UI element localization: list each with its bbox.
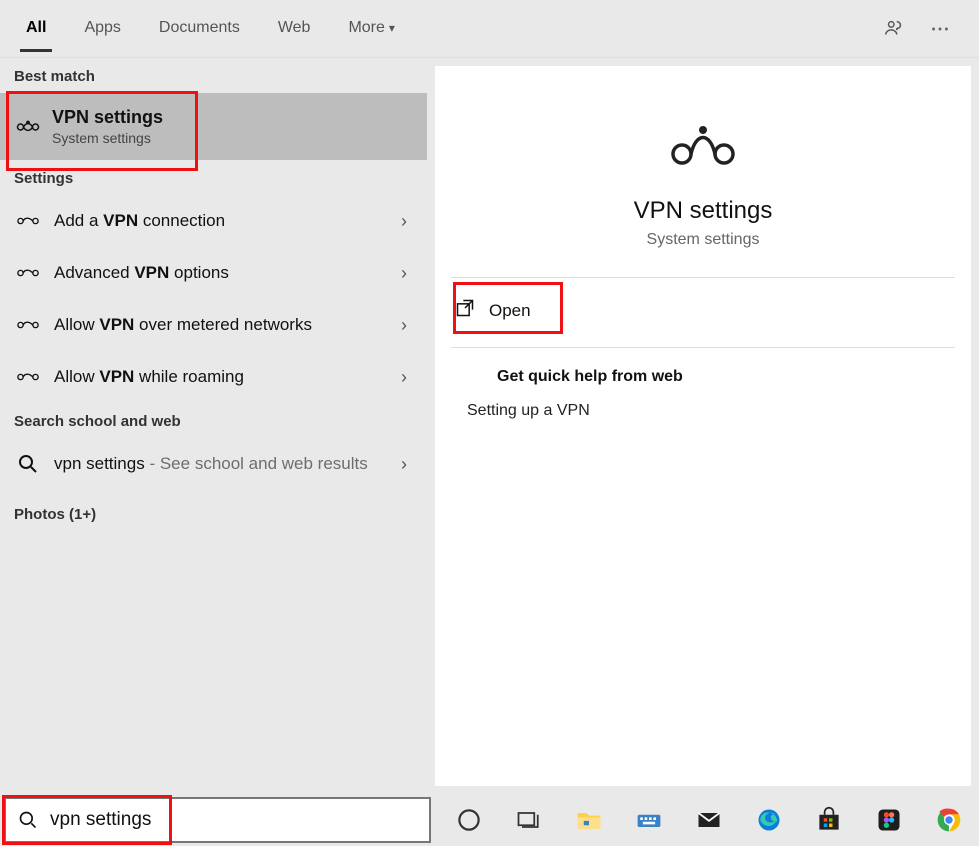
preview-subtitle: System settings: [647, 231, 760, 249]
settings-item-advanced-options[interactable]: Advanced VPN options ›: [0, 247, 427, 299]
chevron-right-icon: ›: [401, 454, 407, 475]
taskbar: [0, 794, 979, 846]
chrome-icon[interactable]: [931, 802, 967, 838]
vpn-icon: [16, 209, 40, 233]
tab-more[interactable]: More ▾: [342, 5, 400, 52]
best-match-item[interactable]: VPN settings System settings: [0, 93, 427, 160]
search-icon: [18, 810, 38, 830]
open-label: Open: [489, 301, 531, 321]
tab-apps-label: Apps: [84, 19, 120, 36]
vpn-icon: [16, 261, 40, 285]
search-icon: [16, 452, 40, 476]
tab-web[interactable]: Web: [272, 5, 317, 52]
chevron-right-icon: ›: [401, 263, 407, 284]
filter-tabs: All Apps Documents Web More ▾: [0, 0, 979, 58]
preview-pane: VPN settings System settings Open Get qu…: [435, 66, 971, 786]
quick-help-header: Get quick help from web: [435, 358, 971, 396]
quick-help-link[interactable]: Setting up a VPN: [435, 396, 971, 426]
figma-icon[interactable]: [871, 802, 907, 838]
best-match-title: VPN settings: [52, 107, 163, 128]
mail-icon[interactable]: [691, 802, 727, 838]
tab-more-label: More: [348, 19, 384, 36]
task-view-icon[interactable]: [511, 802, 547, 838]
results-list: Best match VPN settings System settings …: [0, 58, 427, 794]
tab-apps[interactable]: Apps: [78, 5, 126, 52]
microsoft-store-icon[interactable]: [811, 802, 847, 838]
chevron-right-icon: ›: [401, 315, 407, 336]
web-search-header: Search school and web: [0, 403, 427, 438]
open-button[interactable]: Open: [455, 290, 563, 331]
settings-item-roaming[interactable]: Allow VPN while roaming ›: [0, 351, 427, 403]
search-results-window: All Apps Documents Web More ▾ Best match: [0, 0, 979, 846]
tab-all[interactable]: All: [20, 5, 52, 52]
web-search-label: vpn settings - See school and web result…: [54, 454, 368, 474]
tab-documents-label: Documents: [159, 19, 240, 36]
settings-item-label: Add a VPN connection: [54, 211, 225, 231]
settings-item-metered[interactable]: Allow VPN over metered networks ›: [0, 299, 427, 351]
search-input-container[interactable]: [4, 797, 431, 843]
search-input[interactable]: [38, 809, 429, 831]
file-explorer-icon[interactable]: [571, 802, 607, 838]
vpn-icon: [16, 313, 40, 337]
settings-item-label: Allow VPN over metered networks: [54, 315, 312, 335]
edge-icon[interactable]: [751, 802, 787, 838]
chevron-right-icon: ›: [401, 211, 407, 232]
settings-item-label: Allow VPN while roaming: [54, 367, 244, 387]
vpn-icon: [668, 116, 738, 177]
taskbar-pinned-apps: [431, 794, 967, 846]
chevron-right-icon: ›: [401, 367, 407, 388]
more-options-icon[interactable]: [929, 18, 951, 40]
onscreen-keyboard-icon[interactable]: [631, 802, 667, 838]
photos-header[interactable]: Photos (1+): [0, 496, 427, 531]
chevron-down-icon: ▾: [389, 21, 395, 35]
settings-item-label: Advanced VPN options: [54, 263, 229, 283]
preview-title: VPN settings: [634, 197, 773, 225]
best-match-subtitle: System settings: [52, 130, 163, 146]
cortana-icon[interactable]: [451, 802, 487, 838]
best-match-header: Best match: [0, 58, 427, 93]
settings-item-add-connection[interactable]: Add a VPN connection ›: [0, 195, 427, 247]
settings-header: Settings: [0, 160, 427, 195]
open-icon: [455, 298, 475, 323]
feedback-icon[interactable]: [883, 18, 905, 40]
web-search-item[interactable]: vpn settings - See school and web result…: [0, 438, 427, 490]
tab-all-label: All: [26, 19, 46, 36]
tab-documents[interactable]: Documents: [153, 5, 246, 52]
vpn-icon: [16, 365, 40, 389]
vpn-icon: [16, 115, 40, 139]
tab-web-label: Web: [278, 19, 311, 36]
